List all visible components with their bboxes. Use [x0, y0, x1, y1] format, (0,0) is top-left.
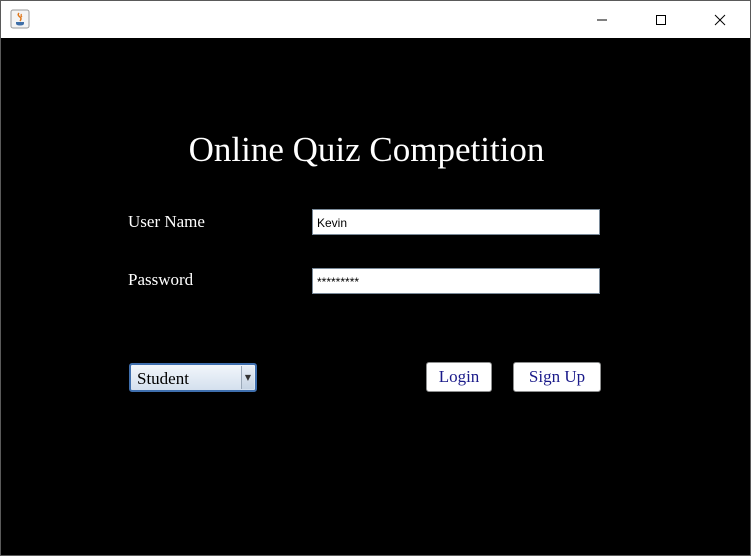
- login-button[interactable]: Login: [426, 362, 492, 392]
- minimize-button[interactable]: [579, 1, 625, 38]
- login-panel: Online Quiz Competition User Name Kevin …: [1, 38, 750, 555]
- close-button[interactable]: [697, 1, 743, 38]
- title-bar: [1, 1, 750, 38]
- java-app-icon: [10, 9, 30, 29]
- role-select-value: Student: [137, 369, 189, 388]
- chevron-down-icon[interactable]: ▼: [241, 366, 254, 389]
- password-label: Password: [128, 270, 194, 289]
- role-select[interactable]: Student ▼: [129, 363, 257, 392]
- close-icon: [714, 14, 726, 25]
- page-title: Online Quiz Competition: [188, 130, 545, 169]
- minimize-icon: [597, 19, 607, 20]
- maximize-button[interactable]: [638, 1, 684, 38]
- username-input[interactable]: Kevin: [312, 209, 600, 235]
- maximize-icon: [656, 14, 666, 25]
- password-input[interactable]: *********: [312, 268, 600, 294]
- username-label: User Name: [128, 212, 205, 231]
- app-window: Online Quiz Competition User Name Kevin …: [0, 0, 751, 556]
- signup-button[interactable]: Sign Up: [513, 362, 601, 392]
